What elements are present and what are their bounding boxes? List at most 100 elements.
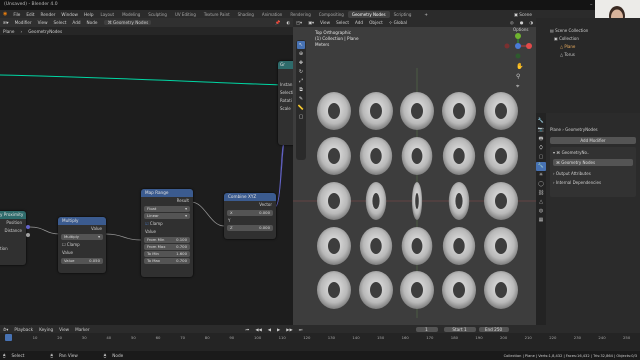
menu-add[interactable]: Add [352, 20, 366, 25]
tree-mode-select[interactable]: Modifier [12, 20, 35, 25]
texture-tab-icon[interactable]: ▦ [536, 216, 546, 225]
timeline-ruler[interactable]: 1102030405060708090100110120130140150160… [0, 334, 640, 342]
menu-select[interactable]: Select [333, 20, 352, 25]
scene-selector[interactable]: ▣ Scene [511, 12, 535, 17]
playhead[interactable] [5, 334, 12, 341]
data-type-select[interactable]: Float ▾ [144, 206, 190, 212]
workspace-tab-uv-editing[interactable]: UV Editing [171, 11, 200, 18]
prev-key-icon[interactable]: ◀◀ [252, 327, 264, 332]
checkbox-icon[interactable]: ☐ [62, 242, 66, 247]
workspace-tab-layout[interactable]: Layout [96, 11, 118, 18]
menu-view[interactable]: View [317, 20, 333, 25]
breadcrumb-geometrynodes[interactable]: GeometryNodes [25, 29, 65, 34]
3d-viewport[interactable]: ◰▾ ▣▾ View Select Add Object ⊹ Global ◎ … [293, 18, 536, 325]
menu-view[interactable]: View [56, 327, 72, 332]
z-field[interactable]: Z 0.000 [227, 225, 273, 231]
node-multiply[interactable]: Multiply Value Multiply ▾ ☐ Clamp Value V… [58, 217, 106, 273]
node-tree-selector[interactable]: ⌘ Geometry Nodes [104, 20, 152, 25]
node-map-range[interactable]: Map Range Result Float ▾ Linear ▾ ☑ Clamp … [141, 189, 193, 277]
jump-start-icon[interactable]: ⏮ [243, 327, 253, 332]
workspace-tab-modeling[interactable]: Modeling [118, 11, 144, 18]
interpolation-select[interactable]: Linear ▾ [144, 213, 190, 219]
mode-select-icon[interactable]: ▣▾ [305, 20, 317, 25]
minimize-icon[interactable]: – [590, 2, 593, 8]
tool-tab-icon[interactable]: 🔧 [536, 117, 546, 126]
node-canvas[interactable]: y Proximity Position Distance tion Multi… [0, 35, 293, 325]
to-max-field[interactable]: To Max 0.700 [144, 258, 190, 264]
outliner-item-plane[interactable]: △ Plane [560, 44, 575, 49]
transform-orientation[interactable]: ⊹ Global [386, 20, 410, 25]
socket-position[interactable] [26, 225, 30, 229]
jump-end-icon[interactable]: ⏭ [296, 327, 306, 332]
value-field[interactable]: Value 0.050 [61, 258, 103, 264]
editor-type-icon[interactable]: ⏱▾ [0, 327, 11, 332]
menu-view[interactable]: View [35, 20, 51, 25]
scene-tab-icon[interactable]: ⛭ [536, 144, 546, 153]
start-frame-field[interactable]: Start 1 [443, 326, 476, 332]
overlays-icon[interactable]: ◎ [507, 20, 517, 25]
output-tab-icon[interactable]: 🖶 [536, 135, 546, 144]
editor-type-icon[interactable]: ◰▾ [293, 20, 305, 25]
shading-solid-icon[interactable]: ● [517, 20, 527, 25]
modifier-tab-icon[interactable]: 🔧 [536, 162, 546, 171]
panel-output-attributes[interactable]: › Output Attributes [553, 171, 591, 176]
workspace-tab-animation[interactable]: Animation [258, 11, 286, 18]
constraints-tab-icon[interactable]: ⛓ [536, 189, 546, 198]
menu-window[interactable]: Window [58, 12, 81, 17]
play-reverse-icon[interactable]: ◀ [265, 327, 274, 332]
menu-playback[interactable]: Playback [11, 327, 36, 332]
workspace-tab-geometry-nodes[interactable]: Geometry Nodes [347, 10, 390, 18]
physics-tab-icon[interactable]: ◯ [536, 180, 546, 189]
modifier-header[interactable]: ▾ ⌘ GeometryNo.. [553, 150, 589, 155]
material-tab-icon[interactable]: ◍ [536, 207, 546, 216]
play-icon[interactable]: ▶ [274, 327, 283, 332]
from-max-field[interactable]: From Max 0.700 [144, 244, 190, 250]
menu-marker[interactable]: Marker [72, 327, 92, 332]
node-group-selector[interactable]: ⌘ Geometry Nodes [553, 159, 633, 166]
workspace-tab-shading[interactable]: Shading [234, 11, 258, 18]
move-icon[interactable]: ✥ [297, 59, 305, 67]
menu-node[interactable]: Node [84, 20, 101, 25]
operation-select[interactable]: Multiply ▾ [61, 234, 103, 240]
outliner-item-torus[interactable]: △ Torus [560, 52, 575, 57]
editor-type-icon[interactable]: ⊞▾ [0, 20, 12, 25]
workspace-tab-sculpting[interactable]: Sculpting [144, 11, 171, 18]
menu-help[interactable]: Help [81, 12, 97, 17]
node-instance-on-points[interactable]: Gr Instan Selecti Rotati Scale [278, 61, 293, 145]
menu-file[interactable]: File [10, 12, 23, 17]
add-workspace-icon[interactable]: + [421, 12, 431, 17]
workspace-tab-texture-paint[interactable]: Texture Paint [200, 11, 234, 18]
outliner-item-scene-collection[interactable]: ▤ Scene Collection [550, 28, 588, 33]
menu-object[interactable]: Object [366, 20, 386, 25]
data-tab-icon[interactable]: △ [536, 198, 546, 207]
x-field[interactable]: X 0.000 [227, 210, 273, 216]
socket-distance[interactable] [26, 233, 30, 237]
select-cursor-icon[interactable]: ↖ [297, 41, 305, 49]
clamp-row[interactable]: ☐ Clamp [58, 241, 106, 249]
workspace-tab-compositing[interactable]: Compositing [315, 11, 348, 18]
particles-tab-icon[interactable]: ✳ [536, 171, 546, 180]
menu-add[interactable]: Add [69, 20, 83, 25]
checkbox-checked-icon[interactable]: ☑ [145, 221, 149, 226]
overlay-icon[interactable]: ◐ [283, 20, 293, 25]
shading-material-icon[interactable]: ◑ [526, 20, 536, 25]
workspace-tab-scripting[interactable]: Scripting [390, 11, 416, 18]
timeline[interactable]: ⏱▾ Playback Keying View Marker ⏮ ◀◀ ◀ ▶ … [0, 325, 640, 351]
panel-internal-dependencies[interactable]: › Internal Dependencies [553, 180, 601, 185]
workspace-tab-rendering[interactable]: Rendering [286, 11, 314, 18]
render-tab-icon[interactable]: 📷 [536, 126, 546, 135]
blender-logo-icon[interactable]: ◉ [0, 11, 10, 17]
current-frame-field[interactable]: 1 [415, 326, 438, 332]
from-min-field[interactable]: From Min 0.100 [144, 237, 190, 243]
menu-select[interactable]: Select [51, 20, 70, 25]
pin-icon[interactable]: 📌 [272, 20, 283, 26]
to-min-field[interactable]: To Min 1.600 [144, 251, 190, 257]
clamp-row[interactable]: ☑ Clamp [141, 220, 193, 228]
breadcrumb-plane[interactable]: Plane [0, 29, 18, 34]
add-modifier-button[interactable]: Add Modifier [550, 137, 636, 144]
menu-render[interactable]: Render [38, 12, 59, 17]
end-frame-field[interactable]: End 250 [478, 326, 509, 332]
outliner-item-collection[interactable]: ▣ Collection [554, 36, 579, 41]
menu-edit[interactable]: Edit [23, 12, 37, 17]
cursor-icon[interactable]: ⊕ [297, 50, 305, 58]
